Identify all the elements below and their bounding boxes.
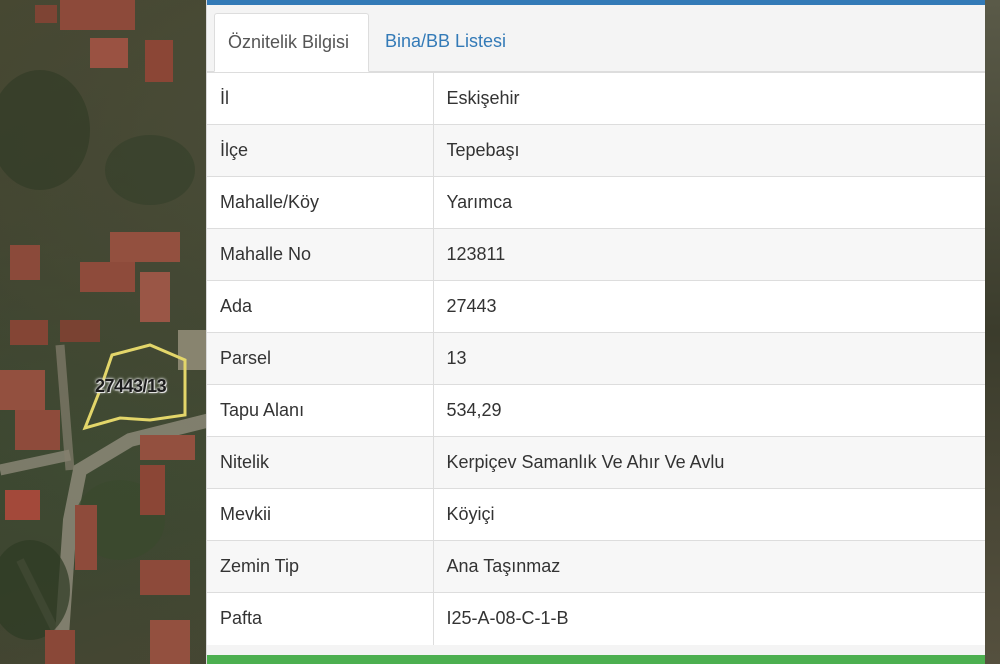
- attribute-value: Eskişehir: [433, 72, 985, 125]
- attribute-table: İl Eskişehir İlçe Tepebaşı Mahalle/Köy Y…: [207, 72, 985, 645]
- attribute-key: Zemin Tip: [207, 540, 434, 593]
- attribute-key: Mevkii: [207, 488, 434, 541]
- attribute-key: Mahalle No: [207, 228, 434, 281]
- table-row: İl Eskişehir: [207, 72, 985, 125]
- map-edge: [984, 0, 1000, 664]
- attribute-value: Tepebaşı: [433, 124, 985, 177]
- tab-building-list[interactable]: Bina/BB Listesi: [372, 13, 519, 70]
- attribute-key: Tapu Alanı: [207, 384, 434, 437]
- attribute-value: 534,29: [433, 384, 985, 437]
- attribute-value: I25-A-08-C-1-B: [433, 592, 985, 645]
- attribute-value: Ana Taşınmaz: [433, 540, 985, 593]
- attribute-key: Mahalle/Köy: [207, 176, 434, 229]
- attribute-value: 123811: [433, 228, 985, 281]
- table-row: Mahalle No 123811: [207, 228, 985, 281]
- attribute-value: 13: [433, 332, 985, 385]
- table-row: Pafta I25-A-08-C-1-B: [207, 592, 985, 645]
- attribute-key: İl: [207, 72, 434, 125]
- panel-bottom-bar: [207, 655, 985, 664]
- tab-bar: Öznitelik Bilgisi Bina/BB Listesi: [207, 5, 985, 72]
- tab-attribute-info[interactable]: Öznitelik Bilgisi: [214, 13, 369, 72]
- attribute-key: İlçe: [207, 124, 434, 177]
- table-row: Zemin Tip Ana Taşınmaz: [207, 540, 985, 593]
- attribute-key: Nitelik: [207, 436, 434, 489]
- table-row: Mahalle/Köy Yarımca: [207, 176, 985, 229]
- attribute-key: Ada: [207, 280, 434, 333]
- attribute-value: Kerpiçev Samanlık Ve Ahır Ve Avlu: [433, 436, 985, 489]
- attribute-key: Parsel: [207, 332, 434, 385]
- map-imagery: [0, 0, 210, 664]
- attribute-key: Pafta: [207, 592, 434, 645]
- table-row: Parsel 13: [207, 332, 985, 385]
- table-row: Nitelik Kerpiçev Samanlık Ve Ahır Ve Avl…: [207, 436, 985, 489]
- attribute-value: Köyiçi: [433, 488, 985, 541]
- parcel-info-panel: Öznitelik Bilgisi Bina/BB Listesi İl Esk…: [206, 0, 985, 664]
- table-row: Tapu Alanı 534,29: [207, 384, 985, 437]
- table-row: Ada 27443: [207, 280, 985, 333]
- parcel-label: 27443/13: [95, 376, 167, 396]
- attribute-value: Yarımca: [433, 176, 985, 229]
- table-row: Mevkii Köyiçi: [207, 488, 985, 541]
- attribute-value: 27443: [433, 280, 985, 333]
- table-row: İlçe Tepebaşı: [207, 124, 985, 177]
